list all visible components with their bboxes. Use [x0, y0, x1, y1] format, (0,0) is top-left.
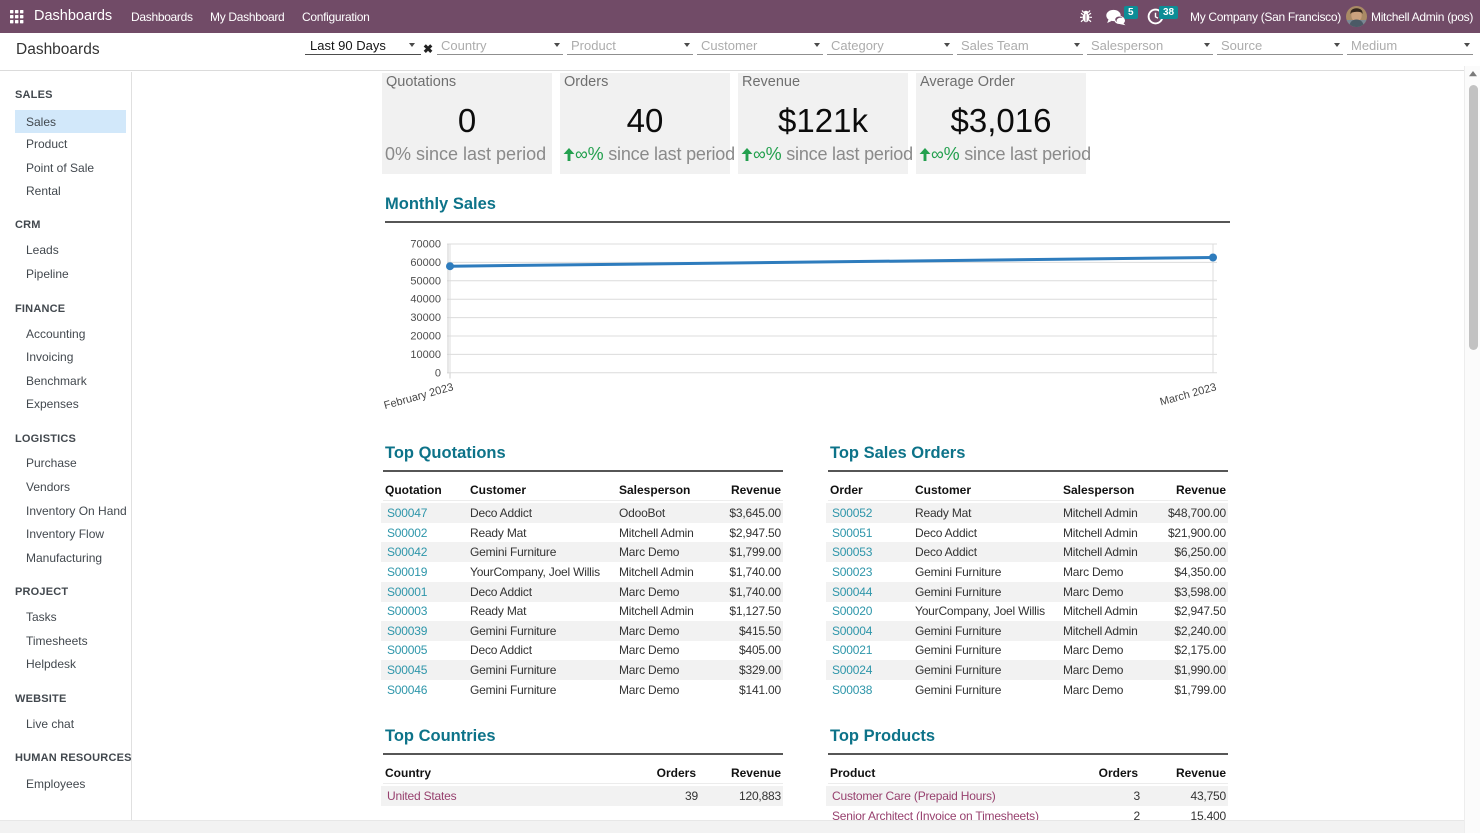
svg-text:March 2023: March 2023: [1159, 381, 1218, 408]
svg-text:10000: 10000: [410, 349, 441, 361]
svg-text:40000: 40000: [410, 294, 441, 306]
svg-text:30000: 30000: [410, 312, 441, 324]
svg-text:February 2023: February 2023: [383, 381, 455, 412]
svg-text:50000: 50000: [410, 275, 441, 287]
svg-text:70000: 70000: [410, 239, 441, 251]
svg-text:0: 0: [435, 367, 441, 379]
svg-text:60000: 60000: [410, 257, 441, 269]
svg-text:20000: 20000: [410, 331, 441, 343]
